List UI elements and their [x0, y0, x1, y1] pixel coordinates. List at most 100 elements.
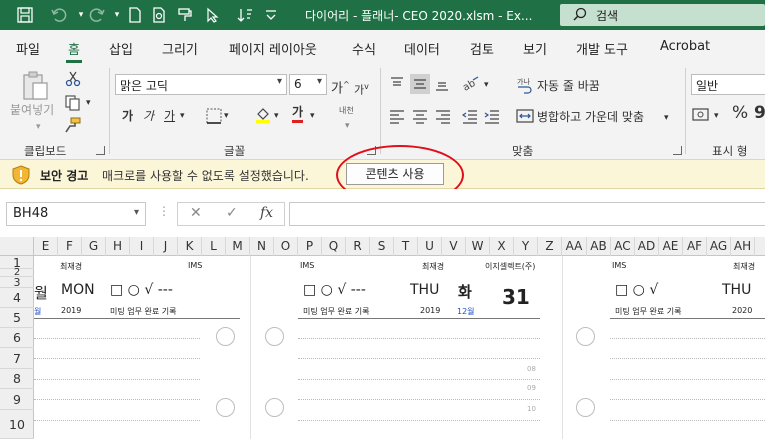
column-header[interactable]: Z — [538, 237, 562, 256]
column-header[interactable]: I — [130, 237, 154, 256]
formula-bar-splitter-icon[interactable]: ⋮ — [158, 204, 170, 218]
font-size-select[interactable]: 6 ▾ — [289, 74, 327, 95]
column-header[interactable]: AG — [707, 237, 731, 256]
row-header[interactable]: 10 — [0, 410, 34, 439]
number-format-select[interactable]: 일반 — [691, 74, 765, 95]
column-header[interactable]: K — [178, 237, 202, 256]
merge-center-button[interactable]: 병합하고 가운데 맞춤 — [537, 109, 644, 125]
paste-button[interactable]: 붙여넣기 — [10, 102, 54, 118]
decrease-indent-icon[interactable] — [461, 108, 478, 124]
column-header[interactable]: T — [394, 237, 418, 256]
increase-indent-icon[interactable] — [484, 108, 500, 124]
row-header[interactable]: 3 — [0, 277, 34, 288]
column-header[interactable]: V — [442, 237, 466, 256]
column-header[interactable]: AB — [587, 237, 611, 256]
tab-draw[interactable]: 그리기 — [162, 39, 198, 58]
bold-button[interactable]: 가 — [122, 108, 133, 124]
column-header[interactable]: Q — [322, 237, 346, 256]
cell-symbols[interactable]: □ ○ √ --- — [110, 282, 173, 298]
tab-file[interactable]: 파일 — [16, 39, 40, 58]
tab-review[interactable]: 검토 — [470, 39, 494, 58]
column-header[interactable]: S — [370, 237, 394, 256]
cut-icon[interactable] — [64, 70, 82, 88]
cell-author[interactable]: 최재경 — [733, 261, 755, 272]
font-color-dropdown-icon[interactable]: ▾ — [310, 108, 315, 124]
align-top-icon[interactable] — [389, 76, 405, 92]
column-header[interactable]: M — [226, 237, 250, 256]
save-icon[interactable] — [16, 6, 34, 24]
customize-toolbar-icon[interactable] — [262, 6, 280, 24]
cell-ims[interactable]: IMS — [300, 261, 314, 270]
row-header[interactable]: 7 — [0, 348, 34, 369]
column-header[interactable]: AH — [731, 237, 755, 256]
column-header[interactable]: F — [58, 237, 82, 256]
undo-icon[interactable] — [50, 6, 68, 24]
column-header[interactable]: W — [466, 237, 490, 256]
column-header[interactable]: H — [106, 237, 130, 256]
font-launcher-icon[interactable] — [367, 146, 376, 155]
italic-button[interactable]: 가 — [143, 108, 154, 124]
column-header[interactable]: Y — [514, 237, 538, 256]
shrink-font-button[interactable]: 가v — [354, 79, 369, 99]
column-header[interactable]: X — [490, 237, 514, 256]
cell-dow[interactable]: THU — [410, 282, 439, 298]
column-header[interactable]: AF — [683, 237, 707, 256]
tab-data[interactable]: 데이터 — [404, 39, 440, 58]
enter-icon[interactable]: ✓ — [226, 205, 238, 221]
align-bottom-icon[interactable] — [434, 76, 450, 92]
formula-input[interactable] — [289, 202, 765, 226]
tab-page-layout[interactable]: 페이지 레이아웃 — [229, 39, 317, 58]
align-right-icon[interactable] — [435, 108, 451, 124]
cell-dow[interactable]: MON — [61, 282, 95, 298]
paste-icon[interactable] — [20, 70, 50, 102]
select-object-icon[interactable] — [204, 6, 222, 24]
cell-tags[interactable]: 미팅 업무 완료 기록 — [110, 306, 177, 317]
cell-author[interactable]: 최재경 — [422, 261, 444, 272]
tab-formulas[interactable]: 수식 — [352, 39, 376, 58]
font-name-select[interactable]: 맑은 고딕 ▾ — [115, 74, 287, 95]
column-header[interactable]: U — [418, 237, 442, 256]
column-header[interactable]: J — [154, 237, 178, 256]
cell-symbols[interactable]: □ ○ √ — [615, 282, 658, 298]
paste-dropdown-icon[interactable]: ▾ — [36, 119, 41, 135]
print-preview-icon[interactable] — [150, 6, 168, 24]
cell-tags[interactable]: 미팅 업무 완료 기록 — [303, 306, 370, 317]
cell-ims[interactable]: IMS — [188, 261, 202, 270]
column-header[interactable]: G — [82, 237, 106, 256]
cell-year[interactable]: 2019 — [61, 306, 81, 315]
cancel-icon[interactable]: ✕ — [190, 205, 202, 221]
row-header[interactable]: 9 — [0, 389, 34, 410]
cell-month[interactable]: 12월 — [457, 306, 475, 317]
column-header[interactable]: R — [346, 237, 370, 256]
tab-acrobat[interactable]: Acrobat — [660, 39, 710, 54]
fill-color-dropdown-icon[interactable]: ▾ — [274, 108, 279, 124]
alignment-launcher-icon[interactable] — [673, 146, 682, 155]
cell-symbols[interactable]: □ ○ √ --- — [303, 282, 366, 298]
phonetic-dropdown-icon[interactable]: ▾ — [345, 118, 350, 134]
clipboard-launcher-icon[interactable] — [96, 146, 105, 155]
new-file-icon[interactable] — [126, 6, 144, 24]
insert-function-button[interactable]: fx — [260, 205, 273, 221]
borders-icon[interactable] — [206, 108, 222, 124]
format-painter-icon[interactable] — [64, 116, 82, 134]
name-box[interactable]: BH48 ▾ — [6, 202, 146, 226]
column-header[interactable]: L — [202, 237, 226, 256]
comma-style-button[interactable]: 9 — [754, 105, 765, 122]
column-header[interactable]: AC — [611, 237, 635, 256]
underline-button[interactable]: 가 — [164, 108, 175, 124]
worksheet[interactable]: E F G H I J K L M N O P Q R S T U V W X … — [0, 237, 765, 439]
merge-center-icon[interactable] — [516, 108, 534, 124]
font-color-button[interactable]: 가 — [292, 105, 304, 123]
redo-dropdown-icon[interactable]: ▾ — [108, 6, 126, 24]
cell-month[interactable]: 월 — [34, 306, 41, 317]
cell-weekday[interactable]: 화 — [458, 281, 472, 302]
column-header[interactable]: P — [298, 237, 322, 256]
orientation-icon[interactable]: ab — [461, 76, 480, 94]
column-header[interactable]: E — [34, 237, 58, 256]
cell-tags[interactable]: 미팅 업무 완료 기록 — [615, 306, 682, 317]
column-header[interactable]: AE — [659, 237, 683, 256]
format-painter-quick-icon[interactable] — [176, 6, 194, 24]
cell-company[interactable]: 이지셀렉트(주) — [485, 261, 535, 272]
cell-day[interactable]: 월 — [34, 282, 48, 303]
align-left-icon[interactable] — [389, 108, 405, 124]
